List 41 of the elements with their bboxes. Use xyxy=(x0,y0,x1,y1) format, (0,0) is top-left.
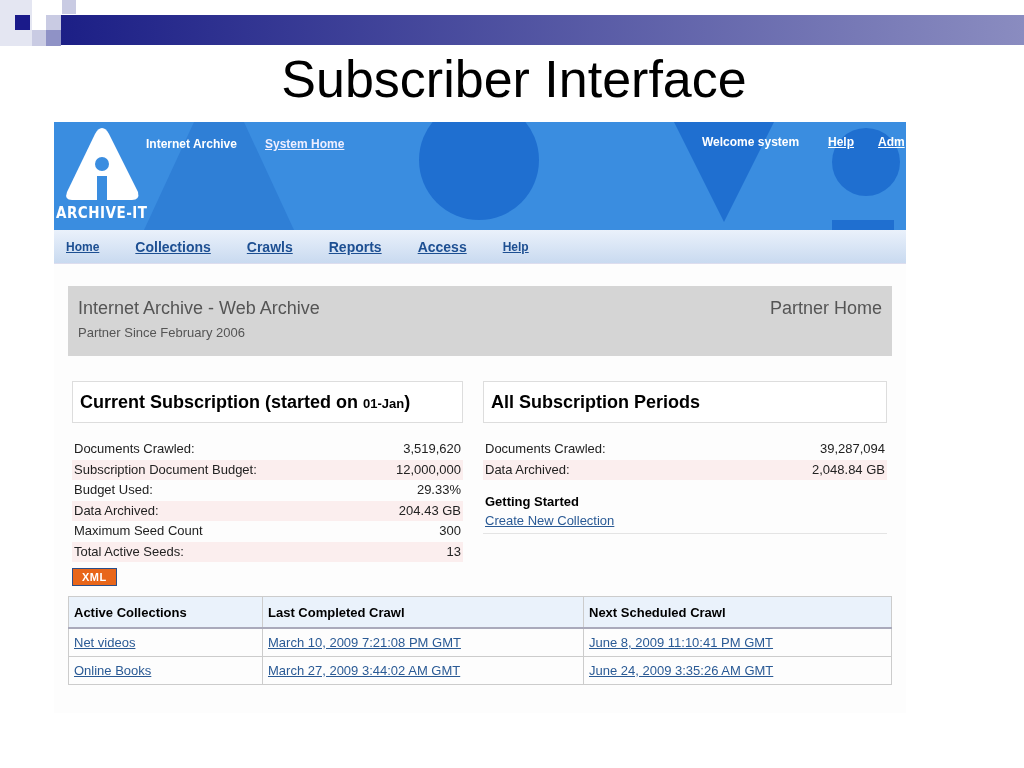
admin-link[interactable]: Adm xyxy=(878,135,905,149)
stat-label: Budget Used: xyxy=(74,481,153,499)
stat-value: 39,287,094 xyxy=(819,440,885,458)
stat-value: 13 xyxy=(446,542,461,561)
stat-label: Maximum Seed Count xyxy=(74,522,203,540)
table-link[interactable]: Net videos xyxy=(74,635,136,650)
xml-badge[interactable]: XML xyxy=(72,568,117,586)
panel-title: All Subscription Periods xyxy=(483,381,887,423)
stat-label: Total Active Seeds: xyxy=(74,542,184,561)
column-header: Active Collections xyxy=(68,596,263,628)
stat-label: Data Archived: xyxy=(74,501,159,520)
nav-link[interactable]: Reports xyxy=(328,238,382,255)
stat-label: Documents Crawled: xyxy=(74,440,195,458)
stat-value: 12,000,000 xyxy=(395,460,461,479)
partner-name: Internet Archive - Web Archive xyxy=(78,298,320,319)
stat-value: 3,519,620 xyxy=(403,440,461,458)
nav-link[interactable]: Crawls xyxy=(246,238,293,255)
partner-since: Partner Since February 2006 xyxy=(78,325,246,340)
welcome-text: Welcome system xyxy=(702,135,800,149)
stat-value: 29.33% xyxy=(416,481,461,499)
stat-label: Subscription Document Budget: xyxy=(74,460,257,479)
stat-value: 300 xyxy=(439,522,461,540)
slide-title: Subscriber Interface xyxy=(280,49,748,110)
nav-link[interactable]: Home xyxy=(66,239,100,254)
stat-label: Documents Crawled: xyxy=(485,440,606,458)
logo-wordmark: ARCHIVE-IT xyxy=(56,204,148,222)
letter-i-logo-icon xyxy=(63,126,140,202)
stat-value: 204.43 GB xyxy=(398,501,461,520)
section-heading: Getting Started xyxy=(484,494,580,509)
nav-link[interactable]: Access xyxy=(417,238,467,255)
column-header: Last Completed Crawl xyxy=(262,596,584,628)
panel-title: Current Subscription (started on 01-Jan) xyxy=(72,381,463,423)
nav-link[interactable]: Collections xyxy=(135,238,211,255)
org-name: Internet Archive xyxy=(146,137,237,151)
nav-link[interactable]: Help xyxy=(502,239,529,254)
stat-value: 2,048.84 GB xyxy=(812,460,885,479)
column-header: Next Scheduled Crawl xyxy=(583,596,892,628)
help-link[interactable]: Help xyxy=(828,135,854,149)
create-collection-link[interactable]: Create New Collection xyxy=(485,513,615,528)
partner-home-title: Partner Home xyxy=(769,297,882,320)
stat-label: Data Archived: xyxy=(485,460,570,479)
